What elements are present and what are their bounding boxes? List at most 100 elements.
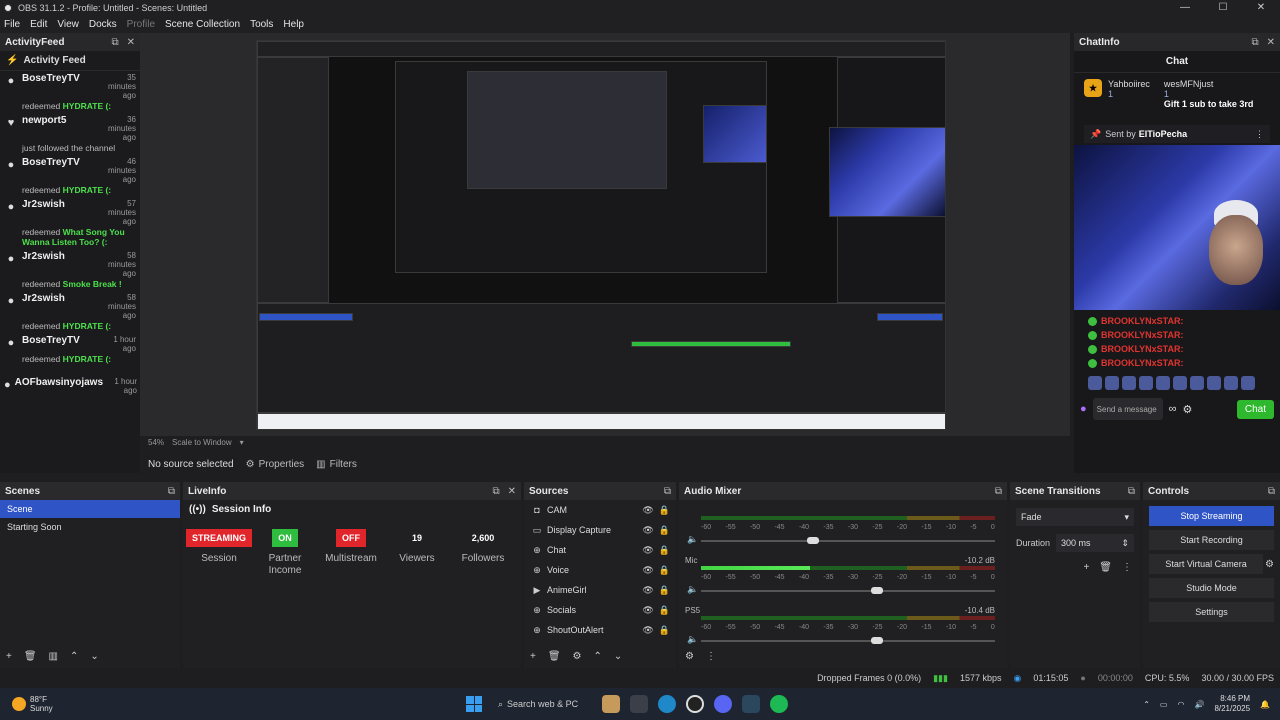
chat-message[interactable]: BROOKLYNxSTAR: — [1074, 314, 1280, 328]
menu-docks[interactable]: Docks — [89, 19, 117, 30]
feed-item[interactable]: ♥ newport5 36 minutes ago just followed the… — [0, 113, 140, 155]
down-icon[interactable]: ⌄ — [90, 651, 98, 662]
eye-icon[interactable]: 👁 — [642, 545, 653, 556]
chat-message[interactable]: BROOKLYNxSTAR: — [1074, 356, 1280, 370]
feed-item[interactable]: ● AOFbawsinyojaws 1 hour ago — [0, 375, 140, 417]
speaker-icon[interactable]: 🔈 — [687, 534, 698, 545]
wifi-icon[interactable]: ◠ — [1177, 700, 1184, 709]
up-icon[interactable]: ⌃ — [70, 651, 78, 662]
lock-icon[interactable]: 🔒 — [659, 525, 670, 536]
lock-icon[interactable]: 🔒 — [659, 565, 670, 576]
emote-icon[interactable] — [1207, 376, 1221, 390]
gift-user[interactable]: Yahboiirec — [1108, 79, 1150, 89]
source-item[interactable]: ◘ CAM 👁 🔒 — [524, 500, 676, 520]
studio-mode-button[interactable]: Studio Mode — [1149, 578, 1274, 598]
feed-item[interactable]: ● Jr2swish 58 minutes ago redeemed Smoke Br… — [0, 249, 140, 291]
windows-start-icon[interactable] — [466, 696, 482, 712]
feed-user[interactable]: Jr2swish — [22, 199, 65, 210]
menu-edit[interactable]: Edit — [30, 19, 47, 30]
float-icon[interactable]: ⧉ — [1251, 37, 1258, 48]
close-icon[interactable]: ✕ — [127, 37, 135, 48]
menu-scene-collection[interactable]: Scene Collection — [165, 19, 240, 30]
close-button[interactable]: ✕ — [1242, 2, 1280, 13]
source-item[interactable]: ▶ AnimeGirl 👁 🔒 — [524, 580, 676, 600]
emote-icon[interactable] — [1156, 376, 1170, 390]
scene-item[interactable]: Starting Soon — [0, 518, 180, 536]
edge-browser-icon[interactable] — [658, 695, 676, 713]
volume-fader[interactable] — [701, 537, 995, 544]
source-item[interactable]: ⊕ Chat 👁 🔒 — [524, 540, 676, 560]
float-icon[interactable]: ⧉ — [995, 486, 1002, 497]
volume-icon[interactable]: 🔊 — [1194, 700, 1204, 709]
lock-icon[interactable]: 🔒 — [659, 605, 670, 616]
menu-help[interactable]: Help — [283, 19, 304, 30]
task-view-icon[interactable] — [630, 695, 648, 713]
fader-knob[interactable] — [806, 537, 819, 544]
emote-icon[interactable] — [1241, 376, 1255, 390]
feed-user[interactable]: Jr2swish — [22, 293, 65, 304]
weather-widget[interactable]: 88°F Sunny — [0, 695, 180, 713]
source-item[interactable]: ⊕ Voice 👁 🔒 — [524, 560, 676, 580]
settings-gear-icon[interactable]: ⚙ — [1183, 403, 1193, 416]
gift-sender[interactable]: wesMFNjust — [1164, 79, 1254, 89]
add-icon[interactable]: + — [6, 651, 12, 662]
close-icon[interactable]: ✕ — [1267, 37, 1275, 48]
minimize-button[interactable]: — — [1166, 2, 1204, 13]
zoom-level[interactable]: 54% — [148, 438, 164, 447]
emote-icon[interactable] — [1088, 376, 1102, 390]
float-icon[interactable]: ⧉ — [492, 486, 499, 497]
float-icon[interactable]: ⧉ — [168, 486, 175, 497]
maximize-button[interactable]: ☐ — [1204, 2, 1242, 13]
eye-icon[interactable]: 👁 — [642, 505, 653, 516]
lock-icon[interactable]: 🔒 — [659, 625, 670, 636]
network-icon[interactable]: ▭ — [1160, 700, 1168, 709]
more-icon[interactable]: ⋮ — [706, 651, 716, 662]
feed-user[interactable]: newport5 — [22, 115, 66, 126]
obs-icon[interactable] — [686, 695, 704, 713]
menu-file[interactable]: File — [4, 19, 20, 30]
settings-button[interactable]: Settings — [1149, 602, 1274, 622]
spotify-icon[interactable] — [770, 695, 788, 713]
steam-icon[interactable] — [742, 695, 760, 713]
emote-icon[interactable] — [1173, 376, 1187, 390]
add-icon[interactable]: + — [530, 651, 536, 662]
float-icon[interactable]: ⧉ — [111, 37, 118, 48]
fader-knob[interactable] — [871, 637, 884, 644]
add-icon[interactable]: + — [1083, 562, 1089, 573]
trash-icon[interactable]: 🗑 — [548, 651, 561, 662]
float-icon[interactable]: ⧉ — [1128, 486, 1135, 497]
more-icon[interactable]: ⋮ — [1255, 129, 1264, 140]
start-recording-button[interactable]: Start Recording — [1149, 530, 1274, 550]
speaker-icon[interactable]: 🔈 — [687, 584, 698, 595]
feed-user[interactable]: BoseTreyTV — [22, 157, 80, 168]
virtual-camera-settings-icon[interactable]: ⚙ — [1265, 559, 1274, 570]
float-icon[interactable]: ⧉ — [664, 486, 671, 497]
eye-icon[interactable]: 👁 — [642, 625, 653, 636]
emote-icon[interactable] — [1139, 376, 1153, 390]
fader-knob[interactable] — [871, 587, 884, 594]
eye-icon[interactable]: 👁 — [642, 525, 653, 536]
gear-icon[interactable]: ⚙ — [573, 651, 582, 662]
filters-button[interactable]: ▥ Filters — [316, 459, 357, 470]
chat-input[interactable]: Send a message — [1092, 398, 1163, 420]
feed-item[interactable]: ● BoseTreyTV 35 minutes ago redeemed HYDRAT… — [0, 71, 140, 113]
up-icon[interactable]: ⌃ — [594, 651, 602, 662]
float-icon[interactable]: ⧉ — [1268, 486, 1275, 497]
lock-icon[interactable]: 🔒 — [659, 545, 670, 556]
stop-streaming-button[interactable]: Stop Streaming — [1149, 506, 1274, 526]
trash-icon[interactable]: 🗑 — [24, 651, 37, 662]
taskbar-search[interactable]: ⌕ Search web & PC — [492, 693, 592, 715]
feed-item[interactable]: ● BoseTreyTV 46 minutes ago redeemed HYDRAT… — [0, 155, 140, 197]
feed-user[interactable]: AOFbawsinyojaws — [15, 377, 103, 388]
discord-icon[interactable] — [714, 695, 732, 713]
chevron-down-icon[interactable]: ▾ — [240, 438, 244, 447]
feed-user[interactable]: Jr2swish — [22, 251, 65, 262]
tray-chevron-icon[interactable]: ⌃ — [1143, 700, 1150, 709]
emote-icon[interactable] — [1122, 376, 1136, 390]
sent-by-name[interactable]: ElTioPecha — [1139, 129, 1187, 139]
menu-tools[interactable]: Tools — [250, 19, 273, 30]
feed-user[interactable]: BoseTreyTV — [22, 335, 80, 346]
feed-item[interactable]: ● BoseTreyTV 1 hour ago redeemed HYDRATE (: — [0, 333, 140, 375]
chat-message[interactable]: BROOKLYNxSTAR: — [1074, 328, 1280, 342]
down-icon[interactable]: ⌄ — [614, 651, 622, 662]
